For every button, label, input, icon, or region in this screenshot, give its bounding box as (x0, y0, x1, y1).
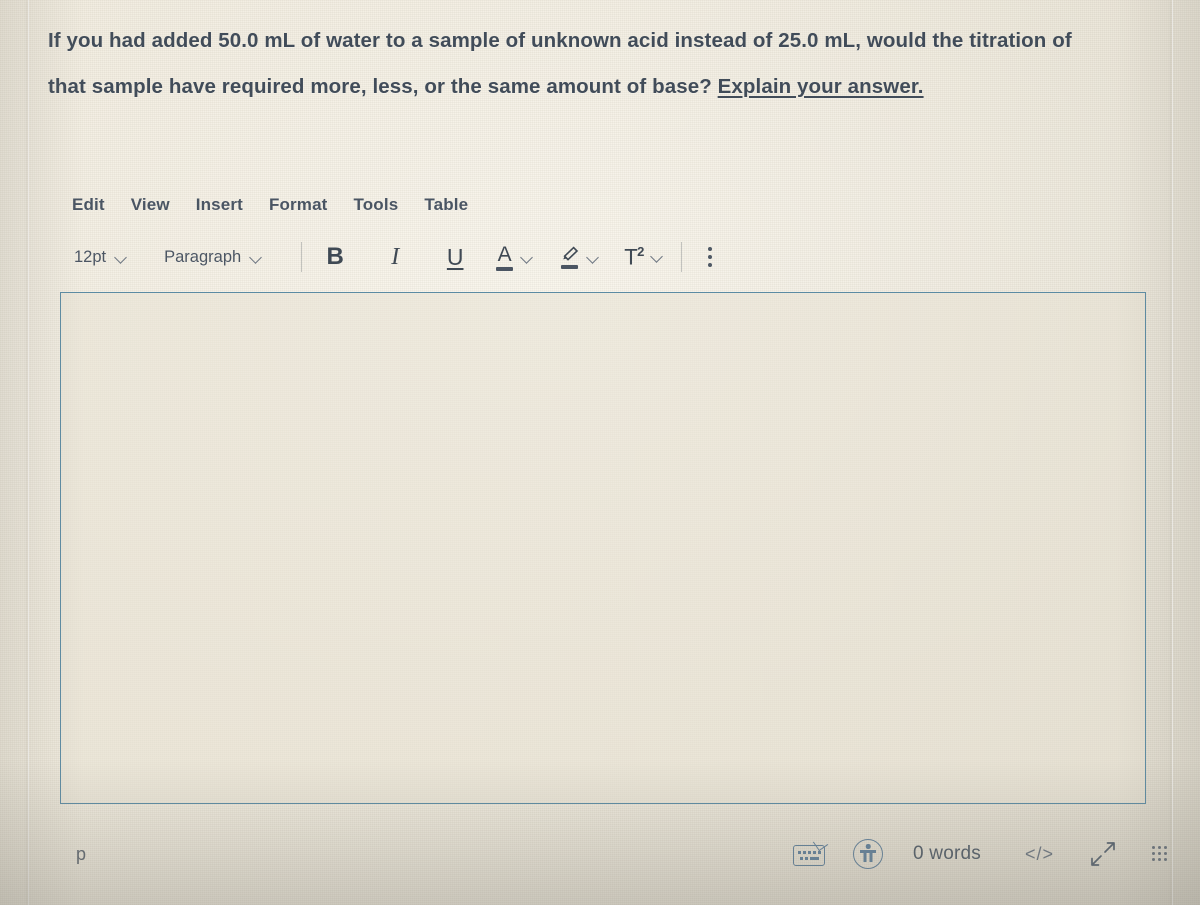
editor-statusbar: p 0 words </> (60, 832, 1200, 876)
fullscreen-expand-icon[interactable] (1088, 839, 1118, 869)
keyboard-key-row (799, 857, 819, 860)
question-prompt: If you had added 50.0 mL of water to a s… (48, 18, 1108, 110)
toolbar-divider (680, 242, 682, 272)
block-format-value: Paragraph (164, 247, 242, 266)
text-color-swatch (496, 266, 514, 271)
highlight-color-swatch (561, 264, 579, 269)
chevron-down-icon (115, 252, 126, 263)
highlight-color-button[interactable] (560, 245, 598, 269)
accessibility-head (865, 844, 871, 849)
resize-grip-icon[interactable] (1152, 846, 1168, 862)
question-prompt-underlined-text: Explain your answer. (717, 75, 924, 98)
font-size-select[interactable]: 12pt (74, 248, 126, 267)
bold-button[interactable]: B (320, 240, 350, 274)
superscript-button[interactable]: T2 (624, 245, 663, 268)
menu-item-insert[interactable]: Insert (196, 195, 243, 215)
menu-item-tools[interactable]: Tools (354, 195, 399, 215)
menu-item-edit[interactable]: Edit (72, 195, 105, 215)
accessibility-legs (863, 852, 873, 862)
text-color-button[interactable]: A (496, 244, 532, 271)
text-color-letter: A (497, 242, 512, 266)
chevron-down-icon (652, 251, 663, 262)
keyboard-shortcuts-icon[interactable] (793, 835, 829, 867)
menu-item-view[interactable]: View (131, 195, 170, 215)
block-format-select[interactable]: Paragraph (164, 248, 261, 267)
accessibility-checker-icon[interactable] (853, 839, 884, 869)
statusbar-tools: 0 words </> (793, 835, 1200, 869)
keyboard-key-row (797, 851, 821, 854)
chevron-down-icon (587, 252, 598, 263)
ellipsis-dot (707, 255, 712, 259)
ellipsis-dot (707, 263, 712, 267)
chevron-down-icon (521, 252, 532, 263)
ellipsis-dot (707, 247, 712, 251)
keyboard-body (793, 845, 826, 866)
superscript-base: T (624, 244, 638, 270)
editor-menubar: Edit View Insert Format Tools Table (60, 188, 1146, 222)
vertical-ellipsis-icon[interactable] (700, 243, 720, 271)
font-size-value: 12pt (74, 247, 107, 266)
superscript-icon: T2 (624, 245, 644, 268)
element-path[interactable]: p (60, 844, 86, 865)
html-editor-button[interactable]: </> (1025, 844, 1054, 865)
underline-button[interactable]: U (440, 240, 470, 274)
menu-item-format[interactable]: Format (269, 195, 328, 215)
superscript-exponent: 2 (637, 244, 644, 260)
chevron-down-icon (250, 252, 261, 263)
menu-item-table[interactable]: Table (424, 195, 468, 215)
italic-button[interactable]: I (380, 240, 410, 274)
editor-toolbar: 12pt Paragraph B I U A T2 (60, 234, 1146, 280)
text-color-icon: A (496, 242, 514, 271)
rich-text-editor: Edit View Insert Format Tools Table 12pt… (60, 188, 1146, 804)
word-count: 0 words (913, 843, 981, 864)
toolbar-divider (301, 242, 303, 272)
question-page: If you had added 50.0 mL of water to a s… (0, 0, 1200, 905)
highlighter-pen-icon (560, 245, 579, 269)
editor-content-area[interactable] (60, 292, 1146, 804)
